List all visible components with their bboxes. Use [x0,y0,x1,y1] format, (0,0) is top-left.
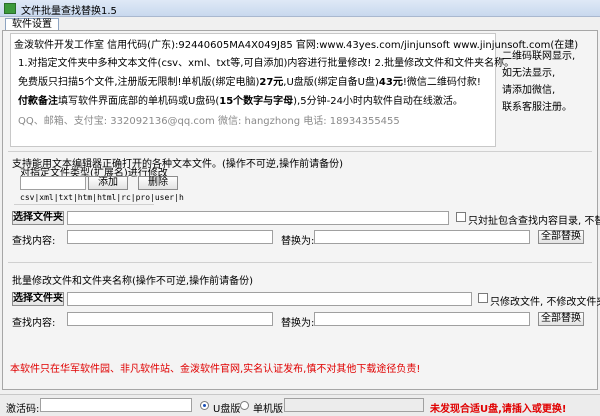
company-info: 金泼软件开发工作室 信用代码(广东):92440605MA4X049J85 官网… [14,40,579,51]
title-bar: 文件批量查找替换1.5 [0,0,600,17]
standalone-radio-label: 单机版 [253,404,283,415]
rename-find-input[interactable] [67,312,273,326]
distribution-notice: 本软件只在华军软件园、非凡软件站、金泼软件官网,实名认证发布,慎不对其他下载途径… [10,364,421,375]
side-line: 如无法显示, [502,68,556,79]
find-input[interactable] [67,230,273,244]
payment-note-label: 付款备注 [18,96,58,107]
rename-replace-label: 替换为: [281,318,315,329]
section2-title: 批量修改文件和文件夹名称(操作不可逆,操作前请备份) [12,276,253,287]
pricing-part: 免费版只扫描5个文件,注册版无限制!单机版(绑定电脑) [18,77,260,88]
pricing-part: ,U盘版(绑定自备U盘) [283,77,379,88]
rename-replace-input[interactable] [314,312,530,326]
app-icon [4,3,16,14]
activation-label: 激活码: [6,404,40,415]
price-usb: 43元 [378,77,403,88]
usb-warning: 未发现合适U盘,请插入或更换! [430,404,567,415]
rename-find-label: 查找内容: [12,318,56,329]
rename-replace-all-button[interactable]: 全部替换 [538,312,584,326]
tab-bar: 软件设置 [0,17,600,32]
rename-folder-input[interactable] [67,292,472,306]
pricing-part: !微信二维码付款! [402,77,481,88]
file-only-checkbox[interactable] [478,293,488,303]
extension-list: csv|xml|txt|htm|html|rc|pro|user|h [20,193,184,202]
pricing-text: 免费版只扫描5个文件,注册版无限制!单机版(绑定电脑)27元,U盘版(绑定自备U… [18,73,481,88]
window-title: 文件批量查找替换1.5 [21,6,117,17]
payment-note-part: 填写软件界面底部的单机码或U盘码( [58,96,220,107]
usb-radio-label: U盘版 [213,404,241,415]
side-line: 联系客服注册。 [502,102,572,113]
side-line: 二维码联网显示, [502,51,576,62]
add-button[interactable]: 添加 [88,176,128,190]
feature-text: 1.对指定文件夹中多种文本文件(csv、xml、txt等,可自添加)内容进行批量… [18,58,515,69]
qr-side-text: 二维码联网显示, 如无法显示, 请添加微信, 联系客服注册。 [502,48,594,116]
divider [8,262,592,263]
file-only-checkbox-label: 只修改文件, 不修改文件夹 [490,297,600,308]
payment-note-part: ),5分钟-24小时内软件自动在线激活。 [293,96,463,107]
subfolder-checkbox[interactable] [456,212,466,222]
price-standalone: 27元 [259,77,284,88]
find-label: 查找内容: [12,236,56,247]
replace-all-button[interactable]: 全部替换 [538,230,584,244]
folder-path-input[interactable] [67,211,449,225]
contact-info: QQ、邮箱、支付宝: 332092136@qq.com 微信: hangzhon… [18,116,400,127]
machine-code-field [284,398,424,412]
choose-folder-button[interactable]: 选择文件夹 [12,211,64,225]
replace-input[interactable] [314,230,530,244]
side-line: 请添加微信, [502,85,556,96]
standalone-radio[interactable] [240,401,249,410]
replace-label: 替换为: [281,236,315,247]
usb-radio[interactable] [200,401,209,410]
delete-button[interactable]: 删除 [138,176,178,190]
activation-code-input[interactable] [40,398,192,412]
payment-note: 付款备注填写软件界面底部的单机码或U盘码(15个数字与字母),5分钟-24小时内… [18,92,463,107]
payment-note-code: 15个数字与字母 [219,96,294,107]
filetype-input[interactable] [20,176,86,190]
divider [8,151,592,152]
divider [14,204,154,205]
choose-folder-button[interactable]: 选择文件夹 [12,292,64,306]
subfolder-checkbox-label: 只対扯包含查找内容目录, 不替换 [468,216,600,227]
info-box: 金泼软件开发工作室 信用代码(广东):92440605MA4X049J85 官网… [10,33,578,147]
